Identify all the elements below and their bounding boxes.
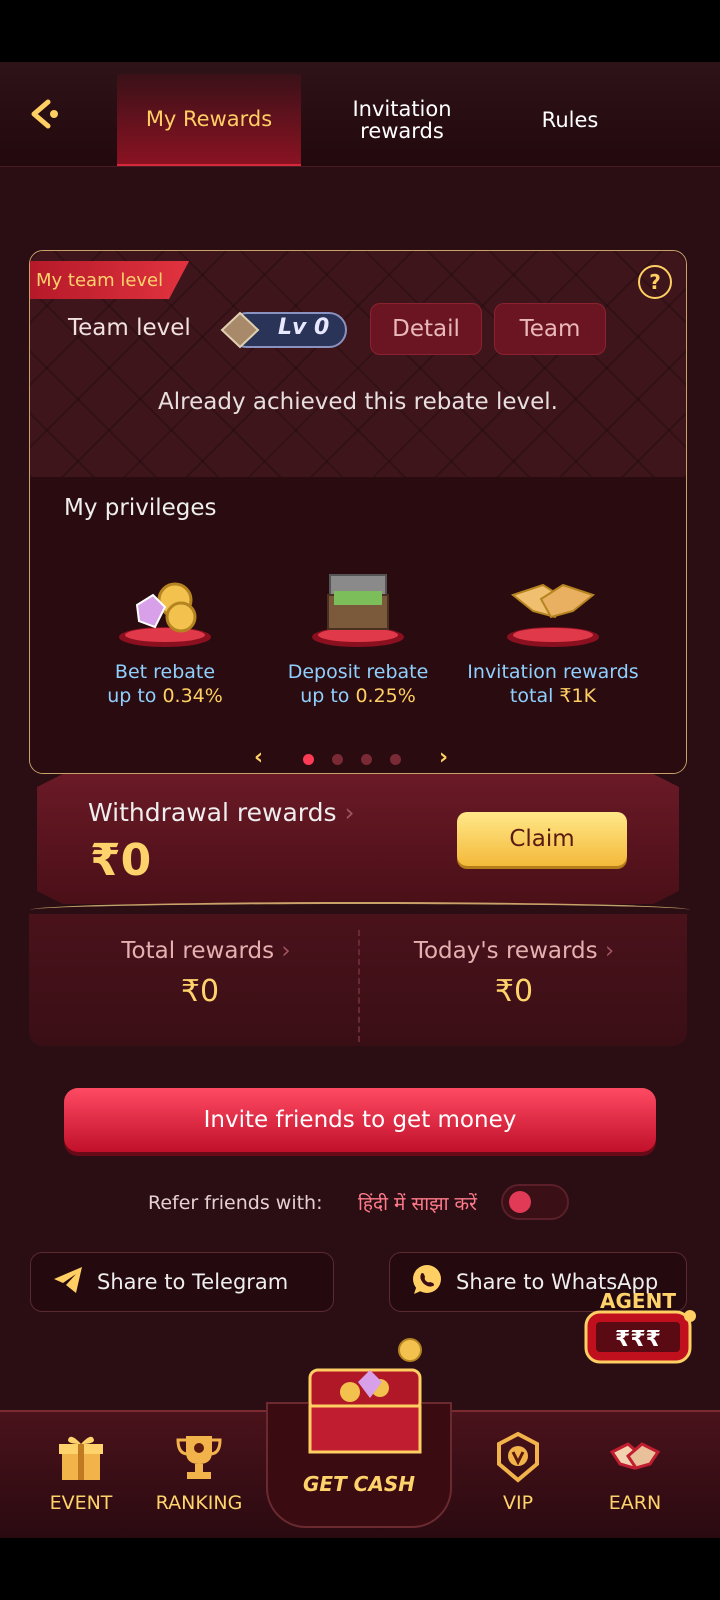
- share-telegram-button[interactable]: Share to Telegram: [30, 1252, 334, 1312]
- nav-earn[interactable]: EARN: [580, 1430, 690, 1514]
- header: My Rewards Invitation rewards Rules: [0, 62, 720, 167]
- carousel-dot[interactable]: [390, 754, 401, 765]
- privileges-section: My privileges Bet rebate up to 0.34% Dep…: [30, 477, 686, 773]
- hindi-share-label: हिंदी में साझा करें: [358, 1193, 477, 1215]
- carousel-dot[interactable]: [361, 754, 372, 765]
- team-button[interactable]: Team: [494, 303, 606, 355]
- tab-invitation-rewards[interactable]: Invitation rewards: [318, 74, 486, 166]
- detail-button[interactable]: Detail: [370, 303, 482, 355]
- carousel-dot[interactable]: [332, 754, 343, 765]
- privilege-value: up to 0.25%: [300, 685, 416, 707]
- hindi-share-toggle[interactable]: [501, 1184, 569, 1220]
- handshake-icon: [608, 1430, 662, 1484]
- privilege-name: Invitation rewards: [467, 661, 639, 683]
- agent-slot-button[interactable]: AGENT ₹₹₹: [578, 1282, 698, 1378]
- nav-vip-label: VIP: [502, 1492, 534, 1514]
- todays-rewards-link[interactable]: Today's rewards ›: [364, 938, 664, 964]
- privilege-name: Bet rebate: [114, 661, 216, 683]
- team-level-label: Team level: [68, 315, 191, 341]
- team-level-ribbon: My team level: [30, 261, 190, 299]
- invite-friends-button[interactable]: Invite friends to get money: [64, 1088, 656, 1152]
- coins-gems-icon: [115, 555, 215, 655]
- nav-event-label: EVENT: [49, 1492, 113, 1514]
- system-bar-area: [0, 1538, 720, 1600]
- privilege-bet-rebate[interactable]: Bet rebate up to 0.34%: [65, 555, 265, 715]
- telegram-icon: [51, 1263, 85, 1302]
- rebate-status-text: Already achieved this rebate level.: [158, 389, 558, 415]
- privilege-deposit-rebate[interactable]: Deposit rebate up to 0.25%: [258, 555, 458, 715]
- trophy-icon: [172, 1430, 226, 1484]
- team-level-card: My team level ? Team level Lv 0 Detail T…: [29, 250, 687, 774]
- privilege-value: total ₹1K: [509, 685, 597, 707]
- tab-rules[interactable]: Rules: [500, 74, 640, 166]
- total-rewards-link[interactable]: Total rewards ›: [56, 938, 356, 964]
- total-rewards-value: ₹0: [180, 974, 220, 1009]
- withdrawal-rewards-value: ₹0: [90, 835, 152, 886]
- level-badge-text: Lv 0: [278, 315, 330, 340]
- dashed-divider: [358, 930, 360, 1042]
- privileges-title: My privileges: [64, 495, 217, 521]
- claim-button[interactable]: Claim: [457, 812, 627, 866]
- nav-earn-label: EARN: [608, 1492, 662, 1514]
- nav-event[interactable]: EVENT: [26, 1430, 136, 1514]
- carousel-dot[interactable]: [303, 754, 314, 765]
- app-screen: My Rewards Invitation rewards Rules My t…: [0, 62, 720, 1538]
- handshake-icon: [503, 555, 603, 655]
- todays-rewards-value: ₹0: [494, 974, 534, 1009]
- nav-vip[interactable]: VIP: [463, 1430, 573, 1514]
- privilege-value: up to 0.34%: [107, 685, 223, 707]
- withdrawal-rewards-link[interactable]: Withdrawal rewards ›: [88, 798, 354, 827]
- carousel-next-icon[interactable]: ›: [439, 745, 448, 770]
- nav-ranking[interactable]: RANKING: [144, 1430, 254, 1514]
- vip-icon: [491, 1430, 545, 1484]
- team-level-section: My team level ? Team level Lv 0 Detail T…: [30, 251, 686, 477]
- tab-my-rewards[interactable]: My Rewards: [117, 74, 301, 166]
- chevron-right-icon: ›: [344, 798, 355, 827]
- privilege-name: Deposit rebate: [287, 661, 429, 683]
- back-icon[interactable]: [26, 94, 66, 134]
- agent-symbols: ₹₹₹: [615, 1327, 661, 1352]
- chevron-right-icon: ›: [604, 938, 615, 964]
- privilege-invitation-rewards[interactable]: Invitation rewards total ₹1K: [453, 555, 653, 715]
- nav-ranking-label: RANKING: [155, 1492, 243, 1514]
- share-telegram-label: Share to Telegram: [97, 1270, 289, 1294]
- agent-label: AGENT: [600, 1289, 676, 1313]
- nav-get-cash[interactable]: GET CASH: [266, 1472, 452, 1496]
- status-bar-area: [0, 0, 720, 62]
- chevron-right-icon: ›: [281, 938, 291, 964]
- help-icon[interactable]: ?: [638, 265, 672, 299]
- whatsapp-icon: [410, 1263, 444, 1302]
- cash-chest-icon: [308, 555, 408, 655]
- toggle-knob: [509, 1191, 531, 1213]
- refer-label: Refer friends with:: [148, 1192, 323, 1214]
- treasure-chest-icon[interactable]: [280, 1330, 450, 1460]
- gift-icon: [54, 1430, 108, 1484]
- carousel-prev-icon[interactable]: ‹: [254, 745, 263, 770]
